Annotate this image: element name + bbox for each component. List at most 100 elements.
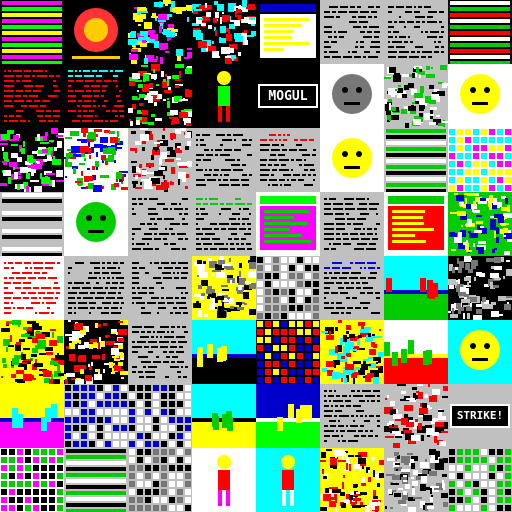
- thumbnail-art: [192, 0, 256, 64]
- thumbnail-tile[interactable]: [256, 448, 320, 512]
- thumbnail-tile[interactable]: [256, 192, 320, 256]
- thumbnail-tile[interactable]: [320, 128, 384, 192]
- thumbnail-tile[interactable]: [320, 192, 384, 256]
- thumbnail-art: [1, 449, 63, 511]
- thumbnail-art: [321, 320, 383, 384]
- thumbnail-tile[interactable]: [192, 192, 256, 256]
- thumbnail-art: [193, 256, 256, 318]
- thumbnail-tile[interactable]: [0, 128, 64, 192]
- thumbnail-tile[interactable]: [192, 320, 256, 384]
- thumbnail-tile[interactable]: [64, 128, 128, 192]
- thumbnail-tile[interactable]: [384, 256, 448, 320]
- thumbnail-tile[interactable]: [64, 320, 128, 384]
- thumbnail-tile[interactable]: [448, 64, 512, 128]
- thumbnail-art: [449, 129, 511, 191]
- thumbnail-art: [68, 70, 124, 122]
- thumbnail-tile[interactable]: [0, 64, 64, 128]
- thumbnail-tile[interactable]: [128, 192, 192, 256]
- thumbnail-art: [385, 449, 448, 512]
- thumbnail-art: [257, 257, 319, 319]
- thumbnail-tile[interactable]: [384, 128, 448, 192]
- thumbnail-tile[interactable]: [192, 256, 256, 320]
- thumbnail-art: [324, 198, 380, 250]
- thumbnail-art: [257, 321, 319, 383]
- thumbnail-art: [384, 65, 448, 128]
- thumbnail-tile[interactable]: [192, 0, 256, 64]
- thumbnail-tile[interactable]: [192, 448, 256, 512]
- thumbnail-tile[interactable]: [256, 0, 320, 64]
- thumbnail-tile[interactable]: [256, 128, 320, 192]
- thumbnail-tile[interactable]: [320, 64, 384, 128]
- thumbnail-art: [260, 4, 316, 58]
- thumbnail-art: [217, 455, 231, 506]
- thumbnail-tile[interactable]: [128, 384, 192, 448]
- thumbnail-tile[interactable]: [448, 256, 512, 320]
- thumbnail-tile[interactable]: [448, 448, 512, 512]
- thumbnail-tile[interactable]: [384, 0, 448, 64]
- thumbnail-tile[interactable]: [320, 320, 384, 384]
- thumbnail-tile[interactable]: [64, 0, 128, 64]
- thumbnail-tile[interactable]: [64, 64, 128, 128]
- thumbnail-art: [64, 320, 128, 384]
- thumbnail-art: [324, 262, 380, 314]
- thumbnail-tile[interactable]: MOGUL: [256, 64, 320, 128]
- thumbnail-tile[interactable]: [64, 448, 128, 512]
- thumbnail-tile[interactable]: [64, 192, 128, 256]
- thumbnail-art: [130, 128, 192, 192]
- thumbnail-tile[interactable]: [0, 256, 64, 320]
- thumbnail-tile[interactable]: STRIKE!: [448, 384, 512, 448]
- thumbnail-tile[interactable]: [384, 384, 448, 448]
- thumbnail-tile[interactable]: [128, 128, 192, 192]
- thumbnail-art: [2, 193, 62, 256]
- thumbnail-tile[interactable]: [384, 64, 448, 128]
- thumbnail-art: [384, 340, 448, 384]
- thumbnail-art: [0, 128, 64, 192]
- thumbnail-tile[interactable]: [0, 320, 64, 384]
- thumbnail-tile[interactable]: [64, 384, 128, 448]
- thumbnail-tile[interactable]: [384, 192, 448, 256]
- thumbnail-tile[interactable]: [320, 448, 384, 512]
- thumbnail-tile[interactable]: [128, 64, 192, 128]
- thumbnail-tile[interactable]: [128, 256, 192, 320]
- thumbnail-tile[interactable]: [128, 0, 192, 64]
- thumbnail-tile[interactable]: [448, 320, 512, 384]
- thumbnail-tile[interactable]: [256, 320, 320, 384]
- thumbnail-tile[interactable]: [448, 128, 512, 192]
- thumbnail-art: [76, 202, 116, 242]
- thumbnail-art: [196, 198, 252, 250]
- thumbnail-art: [460, 330, 500, 370]
- thumbnail-tile[interactable]: [256, 256, 320, 320]
- thumbnail-tile[interactable]: [320, 0, 384, 64]
- thumbnail-tile[interactable]: [448, 192, 512, 256]
- thumbnail-art: [258, 84, 318, 108]
- thumbnail-tile[interactable]: [256, 384, 320, 448]
- thumbnail-art: [384, 384, 448, 448]
- thumbnail-tile[interactable]: [0, 0, 64, 64]
- thumbnail-tile[interactable]: [0, 384, 64, 448]
- thumbnail-art: [320, 449, 384, 512]
- thumbnail-tile[interactable]: [448, 0, 512, 64]
- thumbnail-art: [460, 74, 500, 114]
- thumbnail-tile[interactable]: [128, 320, 192, 384]
- thumbnail-tile[interactable]: [384, 320, 448, 384]
- thumbnail-art: [260, 134, 316, 186]
- thumbnail-tile[interactable]: [192, 128, 256, 192]
- thumbnail-tile[interactable]: [384, 448, 448, 512]
- thumbnail-tile[interactable]: [0, 448, 64, 512]
- thumbnail-tile[interactable]: [192, 64, 256, 128]
- thumbnail-art: [388, 196, 444, 250]
- thumbnail-art: [449, 449, 511, 511]
- thumbnail-tile[interactable]: [320, 384, 384, 448]
- thumbnail-tile[interactable]: [128, 448, 192, 512]
- thumbnail-tile[interactable]: [64, 256, 128, 320]
- thumbnail-art: [128, 0, 192, 64]
- thumbnail-tile[interactable]: [192, 384, 256, 448]
- thumbnail-art: [128, 64, 192, 126]
- thumbnail-art: [448, 256, 512, 320]
- thumbnail-tile[interactable]: [0, 192, 64, 256]
- thumbnail-art: [192, 344, 256, 384]
- thumbnail-art: [192, 411, 256, 448]
- thumbnail-art: [386, 129, 446, 192]
- thumbnail-art: [2, 1, 62, 64]
- thumbnail-tile[interactable]: [320, 256, 384, 320]
